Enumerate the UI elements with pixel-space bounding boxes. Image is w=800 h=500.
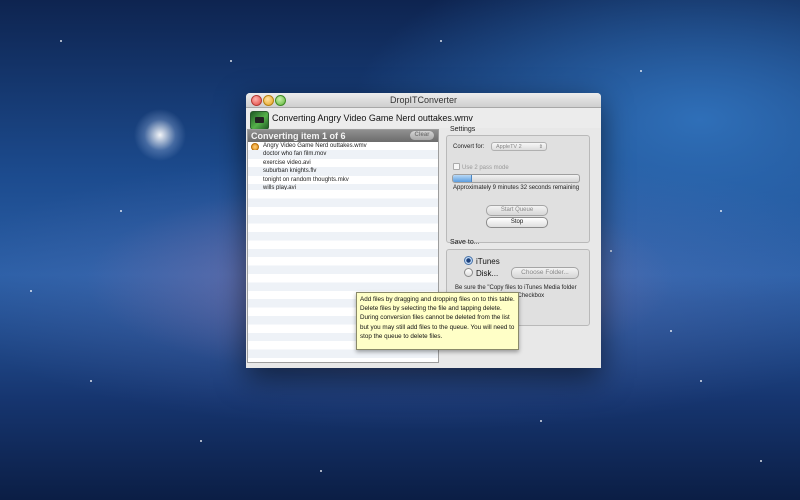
checkbox-icon <box>453 163 460 170</box>
queue-rows: Angry Video Game Nerd outtakes.wmv docto… <box>248 142 438 193</box>
table-row[interactable]: suburban knights.flv <box>248 167 438 176</box>
app-logo-icon <box>250 111 269 130</box>
radio-unselected-icon <box>464 268 473 277</box>
queue-item-name: suburban knights.flv <box>263 168 317 175</box>
close-window-button[interactable] <box>251 95 262 106</box>
converting-title: Converting Angry Video Game Nerd outtake… <box>272 113 473 123</box>
select-arrows-icon: ⇕ <box>538 144 543 150</box>
disk-radio[interactable]: Disk... <box>464 268 498 278</box>
queue-status: Converting item 1 of 6 <box>251 131 346 141</box>
save-to-section-label: Save to... <box>450 239 480 246</box>
window-titlebar[interactable]: DropITConverter <box>246 93 601 108</box>
queue-item-name: exercise video.avi <box>263 159 311 166</box>
window-title: DropITConverter <box>389 95 458 105</box>
zoom-window-button[interactable] <box>275 95 286 106</box>
clear-button[interactable]: Clear <box>410 131 434 140</box>
table-row[interactable]: Angry Video Game Nerd outtakes.wmv <box>248 142 438 151</box>
convert-for-label: Convert for: <box>453 144 485 150</box>
convert-for-select[interactable]: AppleTV 2 ⇕ <box>491 142 547 151</box>
time-remaining-text: Approximately 9 minutes 32 seconds remai… <box>453 185 580 191</box>
stop-button[interactable]: Stop <box>486 217 548 228</box>
settings-section-label: Settings <box>450 126 476 133</box>
queue-help-tooltip: Add files by dragging and dropping files… <box>356 292 519 350</box>
convert-for-value: AppleTV 2 <box>496 144 522 150</box>
queue-item-name: Angry Video Game Nerd outtakes.wmv <box>263 143 367 149</box>
itunes-radio-label: iTunes <box>476 257 500 266</box>
table-row[interactable]: exercise video.avi <box>248 159 438 167</box>
table-row[interactable]: doctor who fan film.mov <box>248 150 438 159</box>
settings-box: Convert for: AppleTV 2 ⇕ Use 2 pass mode… <box>446 135 590 243</box>
itunes-radio[interactable]: iTunes <box>464 256 500 266</box>
disk-radio-label: Disk... <box>476 269 499 278</box>
start-queue-button[interactable]: Start Queue <box>486 205 548 216</box>
choose-folder-button[interactable]: Choose Folder... <box>511 267 579 279</box>
queue-item-name: doctor who fan film.mov <box>263 151 327 158</box>
two-pass-label: Use 2 pass mode <box>462 165 509 171</box>
queue-header: Converting item 1 of 6 Clear <box>248 130 438 142</box>
minimize-window-button[interactable] <box>263 95 274 106</box>
table-row[interactable]: tonight on random thoughts.mkv <box>248 176 438 184</box>
conversion-progress-bar <box>452 174 580 183</box>
converting-header: Converting Angry Video Game Nerd outtake… <box>246 108 601 130</box>
queue-item-name: tonight on random thoughts.mkv <box>263 176 349 183</box>
progress-fill <box>453 175 472 182</box>
two-pass-checkbox[interactable]: Use 2 pass mode <box>453 163 509 171</box>
radio-selected-icon <box>464 256 473 265</box>
